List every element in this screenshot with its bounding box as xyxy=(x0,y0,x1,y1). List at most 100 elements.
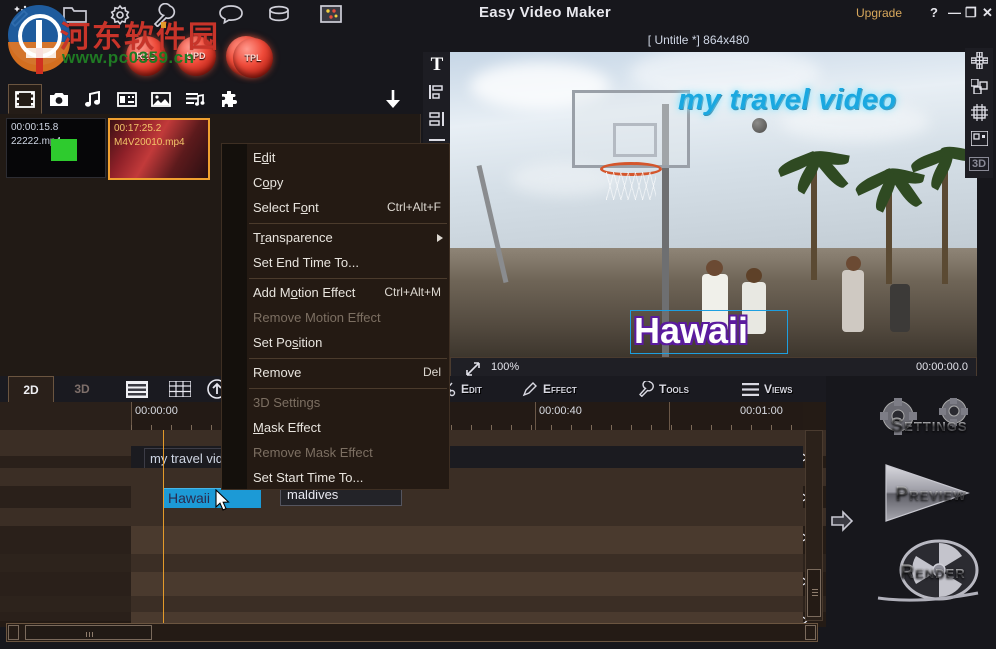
layout-icon-2[interactable] xyxy=(965,74,993,98)
context-menu-separator xyxy=(249,388,447,389)
preview-button[interactable]: Preview xyxy=(872,462,990,524)
upgrade-link[interactable]: Upgrade xyxy=(856,6,902,20)
tpl-button[interactable]: TPL xyxy=(233,38,273,78)
render-button[interactable]: Render xyxy=(870,538,996,606)
tab-2d[interactable]: 2D xyxy=(8,376,54,402)
clip-resize-handle[interactable] xyxy=(250,489,261,508)
menu-views[interactable]: Views xyxy=(742,376,792,402)
media-clip-item[interactable]: 00:00:15.8 22222.mp4 xyxy=(6,118,106,178)
menu-edit-label: Edit xyxy=(461,382,482,396)
media-clip-item[interactable]: 00:17:25.2 M4V20010.mp4 xyxy=(108,118,210,180)
ctx-set-position-label: Set Position xyxy=(253,335,322,350)
ctx-remove-motion-effect: Remove Motion Effect xyxy=(247,306,451,331)
help-button[interactable]: ? xyxy=(930,5,938,20)
menu-views-label: Views xyxy=(764,382,792,396)
person-head xyxy=(706,260,723,276)
media-tab-clip[interactable] xyxy=(110,84,144,114)
timeline-horizontal-scrollbar[interactable] xyxy=(6,623,818,642)
layout-icon-3[interactable] xyxy=(965,100,993,124)
clip-duration: 00:00:15.8 xyxy=(11,122,58,133)
clip-thumbnail xyxy=(51,139,77,161)
playhead xyxy=(163,430,164,623)
timeline-clip-text2[interactable]: Hawaii xyxy=(163,488,251,509)
person-head xyxy=(746,268,762,283)
ctx-mask-effect[interactable]: Mask Effect xyxy=(247,416,451,441)
reg-button-label: REG xyxy=(136,51,156,61)
settings-button[interactable]: Settings xyxy=(868,398,990,446)
track-row-text4: Text 4 xyxy=(0,572,826,596)
palette-icon[interactable] xyxy=(318,3,344,27)
ctx-set-end-time[interactable]: Set End Time To... xyxy=(247,251,451,276)
scrollbar-thumb[interactable] xyxy=(25,625,152,640)
database-icon[interactable] xyxy=(266,3,292,27)
ctx-select-font[interactable]: Select FontCtrl+Alt+F xyxy=(247,196,451,221)
tab-3d[interactable]: 3D xyxy=(60,376,104,402)
magic-wand-icon[interactable] xyxy=(8,3,34,27)
ctx-3d-settings-label: 3D Settings xyxy=(253,395,320,410)
ctx-set-start-time[interactable]: Set Start Time To... xyxy=(247,466,451,491)
track-row-text3: Text 3 xyxy=(0,526,826,554)
preview-timecode: 00:00:00.0 xyxy=(916,361,968,373)
timeline-vertical-scrollbar[interactable] xyxy=(805,430,823,621)
grid-view-icon[interactable] xyxy=(165,378,195,400)
ctx-transparence[interactable]: Transparence xyxy=(247,226,451,251)
top-icon-toolbar xyxy=(0,0,420,30)
video-title-overlay: my travel video xyxy=(678,84,897,117)
preview-panel: [ Untitle *] 864x480 T xyxy=(421,30,996,376)
align-left-icon[interactable] xyxy=(423,79,451,105)
layout-icon-4[interactable] xyxy=(965,126,993,150)
media-tab-photo[interactable] xyxy=(42,84,76,114)
minimize-button[interactable]: — xyxy=(948,5,961,20)
media-tab-playlist[interactable] xyxy=(178,84,212,114)
close-button[interactable]: ✕ xyxy=(982,5,993,21)
ctx-copy[interactable]: Copy xyxy=(247,171,451,196)
media-tab-audio[interactable] xyxy=(76,84,110,114)
comment-icon[interactable] xyxy=(218,3,244,27)
folder-icon[interactable] xyxy=(62,3,88,27)
ctx-remove[interactable]: RemoveDel xyxy=(247,361,451,386)
align-center-icon[interactable] xyxy=(423,106,451,132)
preview-button-label: Preview xyxy=(872,484,990,506)
ctx-set-position[interactable]: Set Position xyxy=(247,331,451,356)
maximize-button[interactable]: ❐ xyxy=(965,5,977,21)
ctx-3d-settings: 3D Settings xyxy=(247,391,451,416)
text-tool-glyph: T xyxy=(431,54,444,76)
ctx-remove-label: Remove xyxy=(253,365,301,380)
menu-tools-label: Tools xyxy=(659,382,689,396)
zoom-level-label: 100% xyxy=(491,361,519,373)
preview-status-bar: 100% 00:00:00.0 xyxy=(450,357,977,377)
media-tab-image[interactable] xyxy=(144,84,178,114)
context-menu: Edit Copy Select FontCtrl+Alt+F Transparenc… xyxy=(221,143,450,490)
gear-icon[interactable] xyxy=(108,3,134,27)
scroll-left-button[interactable] xyxy=(8,625,19,640)
ctx-remove-mask-effect: Remove Mask Effect xyxy=(247,441,451,466)
ctx-select-font-accelerator: Ctrl+Alt+F xyxy=(387,200,441,214)
ctx-copy-label: Copy xyxy=(253,175,283,190)
download-media-icon[interactable] xyxy=(382,88,404,115)
app-title: Easy Video Maker xyxy=(420,4,670,21)
ruler-label: 00:00:00 xyxy=(135,405,178,417)
submenu-arrow-icon xyxy=(437,234,443,242)
context-menu-separator xyxy=(249,223,447,224)
update-button[interactable]: UPD xyxy=(176,36,216,76)
list-view-icon[interactable] xyxy=(122,378,152,400)
scrollbar-thumb[interactable] xyxy=(807,569,821,617)
playhead-marker[interactable] xyxy=(161,22,166,28)
layout-icon-1[interactable] xyxy=(965,48,993,72)
media-tab-video[interactable] xyxy=(8,84,42,114)
person xyxy=(842,270,864,332)
arrow-right-icon[interactable] xyxy=(830,510,854,537)
media-type-tabbar xyxy=(0,84,420,115)
media-tab-effects[interactable] xyxy=(212,84,246,114)
menu-effect[interactable]: Effect xyxy=(522,376,577,402)
menu-tools[interactable]: Tools xyxy=(637,376,689,402)
video-preview-canvas[interactable]: my travel video Hawaii xyxy=(450,52,977,357)
text-tool-icon[interactable]: T xyxy=(423,52,451,78)
scroll-right-button[interactable] xyxy=(805,625,816,640)
3d-toggle-button[interactable]: 3D xyxy=(965,152,993,176)
person xyxy=(890,284,910,332)
ctx-edit[interactable]: Edit xyxy=(247,146,451,171)
reg-button[interactable]: REG xyxy=(126,36,166,76)
video-text-overlay[interactable]: Hawaii xyxy=(634,310,748,352)
ctx-add-motion-effect[interactable]: Add Motion EffectCtrl+Alt+M xyxy=(247,281,451,306)
